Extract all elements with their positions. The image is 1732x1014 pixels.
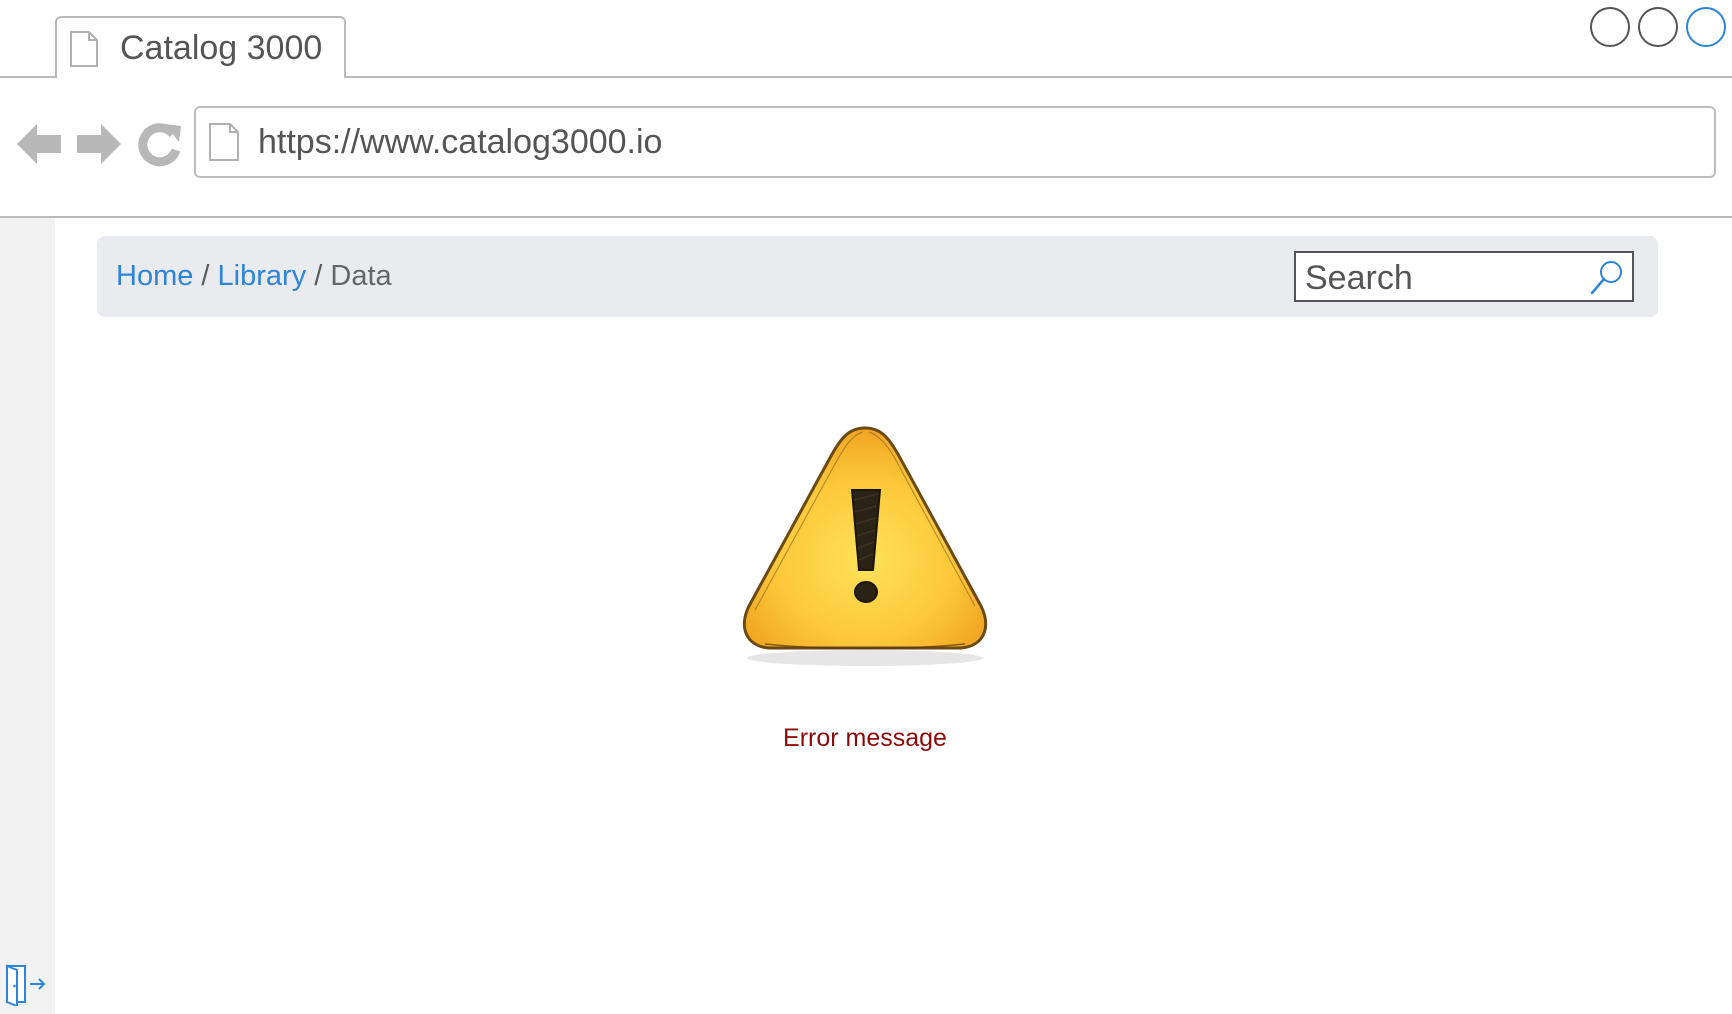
- url-text: https://www.catalog3000.io: [258, 123, 663, 161]
- tab-strip: Catalog 3000: [0, 0, 1732, 78]
- breadcrumb: Home / Library / Data: [116, 258, 392, 294]
- reload-icon[interactable]: [135, 120, 183, 168]
- window-controls: [1590, 7, 1726, 47]
- exit-door-icon[interactable]: [4, 962, 48, 1006]
- breadcrumb-library-link[interactable]: Library: [218, 260, 307, 292]
- window-control-button-3[interactable]: [1686, 7, 1726, 47]
- breadcrumb-separator: /: [201, 260, 218, 292]
- breadcrumb-home-link[interactable]: Home: [116, 260, 193, 292]
- search-input[interactable]: Search: [1294, 251, 1634, 302]
- left-sidebar: [0, 218, 55, 1014]
- browser-window: Catalog 3000 https://www.catalog3000.io: [0, 0, 1732, 1014]
- search-placeholder: Search: [1305, 259, 1413, 297]
- error-message: Error message: [783, 724, 947, 752]
- forward-arrow-icon[interactable]: [75, 120, 123, 168]
- window-control-button-2[interactable]: [1638, 7, 1678, 47]
- breadcrumb-header: Home / Library / Data Search: [97, 236, 1658, 317]
- breadcrumb-separator: /: [314, 260, 331, 292]
- address-bar[interactable]: https://www.catalog3000.io: [194, 106, 1716, 178]
- breadcrumb-current: Data: [330, 260, 392, 292]
- search-icon[interactable]: [1588, 258, 1626, 296]
- warning-triangle-icon: [742, 426, 988, 666]
- back-arrow-icon[interactable]: [15, 120, 63, 168]
- page-icon: [70, 31, 98, 67]
- page-icon: [209, 123, 239, 161]
- browser-tab[interactable]: Catalog 3000: [55, 16, 346, 78]
- navigation-bar: https://www.catalog3000.io: [0, 78, 1732, 218]
- window-control-button-1[interactable]: [1590, 7, 1630, 47]
- tab-title: Catalog 3000: [120, 29, 323, 67]
